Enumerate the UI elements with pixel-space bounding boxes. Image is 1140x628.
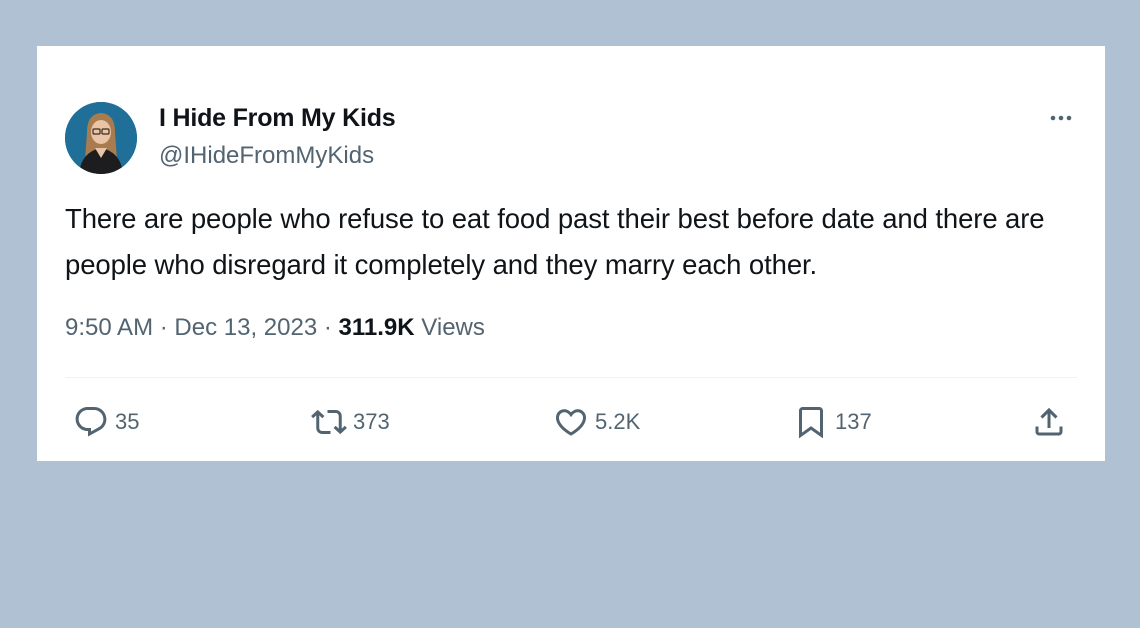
display-name[interactable]: I Hide From My Kids [159,104,396,133]
reply-button[interactable]: 35 [73,404,139,440]
meta-separator: · [159,314,168,341]
tweet-card: I Hide From My Kids @IHideFromMyKids The… [37,46,1105,461]
bookmark-button[interactable]: 137 [793,404,872,440]
retweet-button[interactable]: 373 [311,404,390,440]
bookmark-count: 137 [835,409,872,434]
reply-count: 35 [115,409,140,434]
ellipsis-icon[interactable] [1045,106,1077,130]
user-handle[interactable]: @IHideFromMyKids [159,142,374,170]
bookmark-icon [799,407,823,439]
reply-icon [75,407,107,437]
tweet-meta: 9:50 AM · Dec 13, 2023 · 311.9K Views [65,314,485,342]
tweet-date[interactable]: Dec 13, 2023 [174,314,317,341]
tweet-text: There are people who refuse to eat food … [65,203,1045,280]
retweet-icon [311,409,347,435]
like-button[interactable]: 5.2K [553,404,640,440]
share-button[interactable] [1031,404,1067,440]
heart-icon [555,409,587,436]
like-count: 5.2K [595,409,641,434]
avatar-photo-icon [65,102,137,174]
retweet-count: 373 [353,409,390,434]
views-count[interactable]: 311.9K [339,314,415,341]
tweet-time[interactable]: 9:50 AM [65,314,153,341]
views-label[interactable]: Views [421,314,485,341]
share-icon [1035,407,1063,436]
meta-separator: · [323,314,332,341]
divider [65,377,1077,378]
avatar[interactable] [65,102,137,174]
